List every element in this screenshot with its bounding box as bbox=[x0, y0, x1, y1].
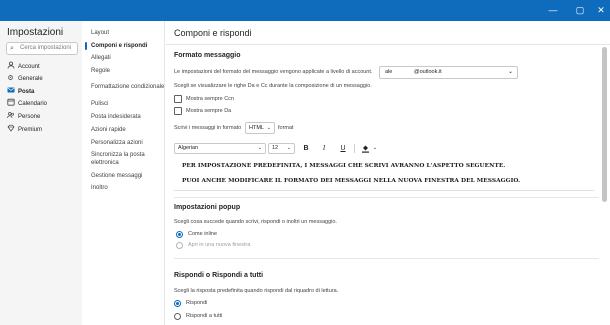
more-format-chevron-icon[interactable]: ⌄ bbox=[371, 143, 379, 154]
nav-item-label: Persone bbox=[18, 114, 41, 120]
nav-item-posta[interactable]: Posta bbox=[5, 86, 79, 98]
compose-format-prefix: Scrivi i messaggi in formato bbox=[174, 125, 242, 131]
subnav-sincronizza[interactable]: Sincronizza la posta elettronica bbox=[91, 151, 153, 167]
close-button[interactable]: ✕ bbox=[590, 0, 610, 21]
reply-all-radio[interactable] bbox=[174, 313, 181, 320]
popup-new-window-radio[interactable] bbox=[176, 242, 183, 249]
search-placeholder: Cerca impostazioni bbox=[20, 45, 72, 51]
nav-item-premium[interactable]: Premium bbox=[5, 124, 79, 136]
nav-item-label: Posta bbox=[18, 89, 35, 95]
formatting-toolbar: Algerian ⌄ 12 ⌄ B I U ⌄ bbox=[166, 141, 610, 155]
subnav-pulisci[interactable]: Pulisci bbox=[91, 100, 163, 108]
show-cc-checkbox[interactable] bbox=[174, 95, 182, 103]
section-divider bbox=[174, 197, 599, 198]
header-divider bbox=[166, 44, 610, 45]
settings-nav: Impostazioni ⌕ Cerca impostazioni Accoun… bbox=[0, 21, 82, 325]
subnav-componi-e-rispondi[interactable]: Componi e rispondi bbox=[91, 42, 163, 50]
page-title: Componi e rispondi bbox=[174, 28, 252, 38]
section-divider bbox=[174, 258, 599, 259]
subnav-formattazione-condizionale[interactable]: Formattazione condizionale bbox=[91, 83, 169, 91]
maximize-button[interactable]: ▢ bbox=[569, 0, 591, 21]
section-title-reply: Rispondi o Rispondi a tutti bbox=[174, 272, 264, 279]
diamond-icon bbox=[6, 124, 15, 137]
font-size-value: 12 bbox=[272, 145, 279, 151]
preview-line-2: PUOI ANCHE MODIFICARE IL FORMATO DEI MES… bbox=[182, 178, 521, 184]
chevron-down-icon: ⌄ bbox=[266, 125, 271, 131]
text-color-button[interactable] bbox=[358, 143, 372, 154]
section-title-formato: Formato messaggio bbox=[174, 52, 241, 59]
subnav-azioni-rapide[interactable]: Azioni rapide bbox=[91, 126, 163, 134]
nav-item-label: Generale bbox=[18, 76, 43, 82]
popup-inline-label: Come inline bbox=[188, 231, 218, 237]
show-from-checkbox[interactable] bbox=[174, 107, 182, 115]
show-cc-label: Mostra sempre Ccn bbox=[186, 96, 234, 102]
popup-new-window-label: Apri in una nuova finestra bbox=[188, 242, 251, 248]
reply-all-label: Rispondi a tutti bbox=[186, 313, 223, 319]
nav-item-persone[interactable]: Persone bbox=[5, 111, 79, 123]
nav-item-label: Premium bbox=[18, 127, 43, 133]
mail-settings-nav: Layout Componi e rispondi Allegati Regol… bbox=[82, 21, 165, 325]
title-bar: — ▢ ✕ bbox=[0, 0, 610, 21]
account-dropdown[interactable]: ale @outlook.it ⌄ bbox=[379, 66, 518, 79]
underline-button[interactable]: U bbox=[337, 143, 349, 154]
nav-item-label: Calendario bbox=[18, 101, 48, 107]
reply-radio[interactable] bbox=[174, 300, 181, 307]
minimize-button[interactable]: — bbox=[542, 0, 564, 21]
subnav-gestione-messaggi[interactable]: Gestione messaggi bbox=[91, 172, 163, 180]
subnav-inoltro[interactable]: Inoltro bbox=[91, 184, 163, 192]
compose-format-suffix: format bbox=[278, 125, 294, 131]
from-cc-description: Scegli se visualizzare le righe Da e Cc … bbox=[174, 83, 372, 89]
chevron-down-icon: ⌄ bbox=[286, 145, 291, 151]
account-user: ale bbox=[385, 69, 393, 75]
active-indicator bbox=[85, 42, 87, 50]
italic-button[interactable]: I bbox=[318, 143, 330, 154]
bold-button[interactable]: B bbox=[300, 143, 312, 154]
calendar-icon bbox=[6, 98, 15, 111]
nav-item-account[interactable]: Account bbox=[5, 61, 79, 73]
font-size-dropdown[interactable]: 12 ⌄ bbox=[268, 143, 295, 154]
search-icon: ⌕ bbox=[10, 45, 14, 52]
subnav-personalizza-azioni[interactable]: Personalizza azioni bbox=[91, 139, 163, 147]
settings-title: Impostazioni bbox=[7, 27, 64, 38]
compose-format-dropdown[interactable]: HTML ⌄ bbox=[245, 122, 275, 134]
paint-bucket-icon bbox=[361, 145, 370, 155]
toolbar-divider bbox=[354, 144, 355, 153]
chevron-down-icon: ⌄ bbox=[257, 145, 262, 151]
show-from-label: Mostra sempre Da bbox=[186, 108, 232, 114]
font-name-dropdown[interactable]: Algerian ⌄ bbox=[174, 143, 266, 154]
people-icon bbox=[6, 111, 15, 124]
nav-item-label: Account bbox=[18, 64, 40, 70]
compose-format-value: HTML bbox=[249, 125, 264, 131]
font-name-value: Algerian bbox=[178, 145, 199, 151]
section-title-popup: Impostazioni popup bbox=[174, 204, 241, 211]
subnav-posta-indesiderata[interactable]: Posta indesiderata bbox=[91, 113, 163, 121]
subnav-allegati[interactable]: Allegati bbox=[91, 54, 163, 62]
formato-description: Le impostazioni del formato del messaggi… bbox=[174, 69, 373, 75]
scrollbar[interactable] bbox=[602, 47, 607, 202]
account-domain: @outlook.it bbox=[414, 69, 442, 75]
popup-inline-radio[interactable] bbox=[176, 231, 183, 238]
gear-icon: ⚙ bbox=[7, 75, 14, 82]
popup-description: Scegli cosa succede quando scrivi, rispo… bbox=[174, 219, 337, 225]
subnav-regole[interactable]: Regole bbox=[91, 67, 163, 75]
preview-line-1: PER IMPOSTAZIONE PREDEFINITA, I MESSAGGI… bbox=[182, 163, 506, 169]
format-preview[interactable]: PER IMPOSTAZIONE PREDEFINITA, I MESSAGGI… bbox=[174, 158, 594, 191]
nav-item-calendario[interactable]: Calendario bbox=[5, 98, 79, 110]
search-input[interactable]: ⌕ Cerca impostazioni bbox=[6, 42, 78, 55]
chevron-down-icon: ⌄ bbox=[507, 69, 513, 75]
main-panel: Componi e rispondi Formato messaggio Le … bbox=[166, 21, 610, 325]
nav-item-generale[interactable]: ⚙ Generale bbox=[5, 73, 79, 85]
reply-description: Scegli la risposta predefinita quando ri… bbox=[174, 288, 339, 294]
subnav-layout[interactable]: Layout bbox=[91, 29, 163, 37]
reply-label: Rispondi bbox=[186, 300, 208, 306]
